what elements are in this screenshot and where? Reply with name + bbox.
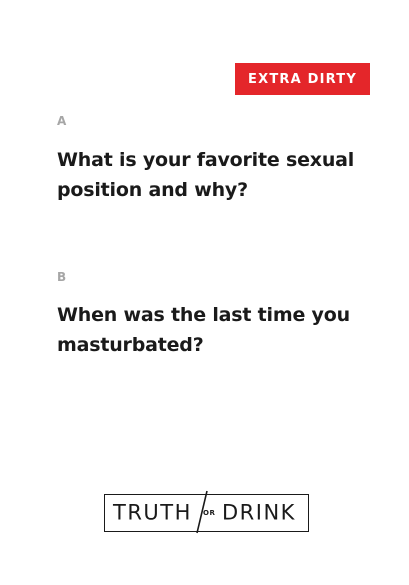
question-b-letter: B <box>57 270 67 284</box>
question-a-letter: A <box>57 114 67 128</box>
question-card: EXTRA DIRTY A What is your favorite sexu… <box>0 0 409 585</box>
question-b-text: When was the last time you masturbated? <box>57 304 350 356</box>
logo-word-truth: TRUTH <box>113 500 192 525</box>
extra-dirty-badge: EXTRA DIRTY <box>235 63 370 95</box>
truth-or-drink-logo: TRUTH OR DRINK <box>104 490 309 534</box>
logo-word-or: OR <box>203 509 216 517</box>
question-a-text: What is your favorite sexual position an… <box>57 149 355 201</box>
logo-word-drink: DRINK <box>222 500 296 525</box>
